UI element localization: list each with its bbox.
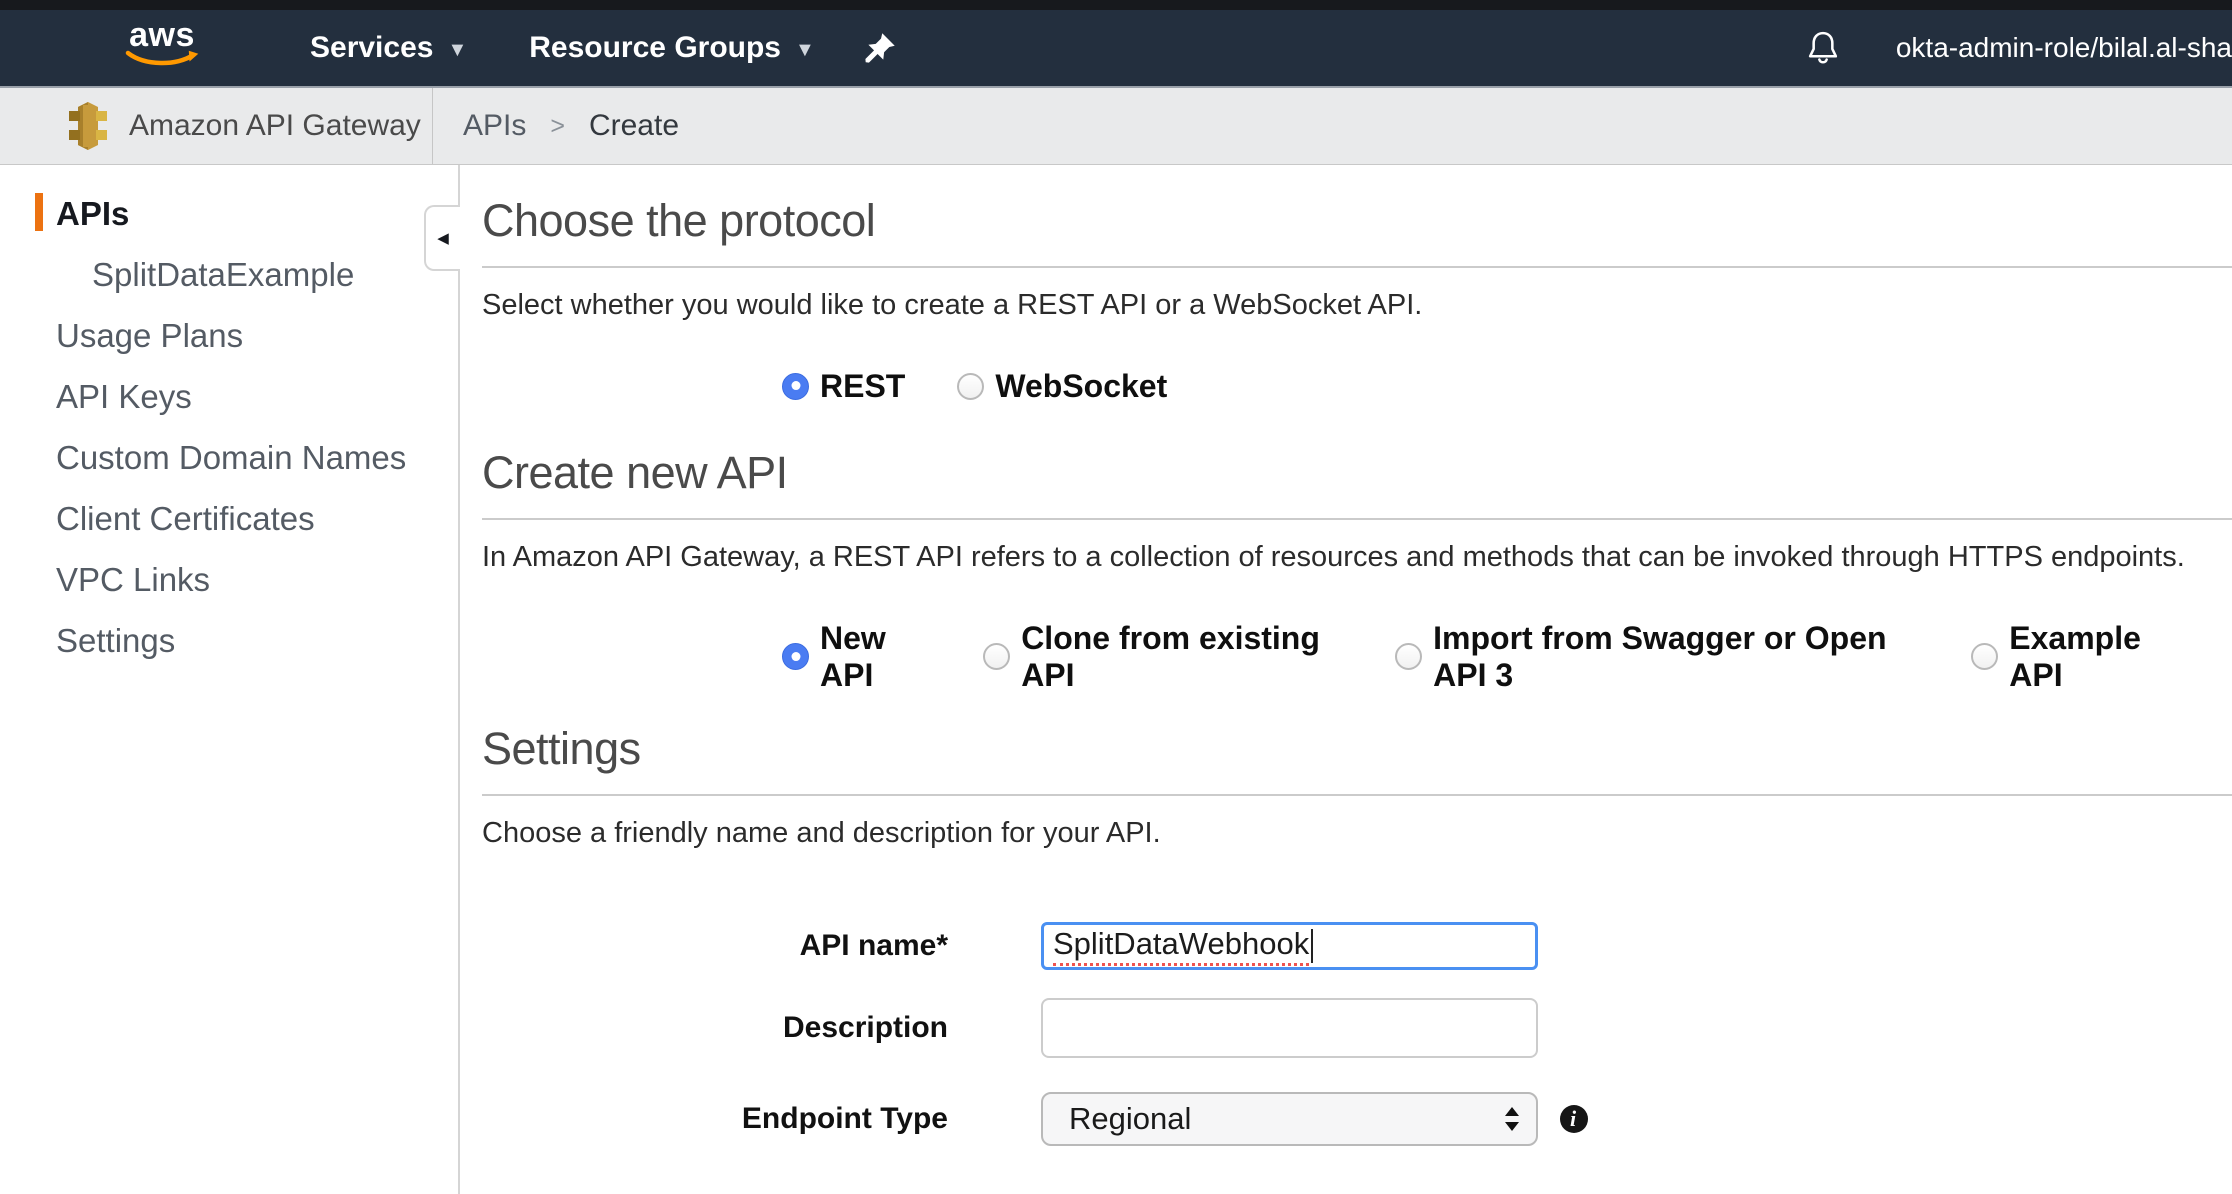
nav-services-menu[interactable]: Services ▼ bbox=[310, 31, 467, 65]
account-menu[interactable]: okta-admin-role/bilal.al-sha bbox=[1896, 32, 2232, 64]
main-content: Choose the protocol Select whether you w… bbox=[460, 165, 2232, 1194]
protocol-description: Select whether you would like to create … bbox=[482, 290, 2232, 322]
create-description: In Amazon API Gateway, a REST API refers… bbox=[482, 542, 2232, 574]
sidebar-item-vpc-links[interactable]: VPC Links bbox=[0, 561, 458, 622]
page-layout: APIs SplitDataExample Usage Plans API Ke… bbox=[0, 165, 2232, 1194]
chevron-down-icon: ▼ bbox=[447, 39, 467, 62]
sidebar-item-label: Usage Plans bbox=[56, 317, 243, 355]
protocol-radio-group: REST WebSocket bbox=[782, 368, 2232, 405]
sidebar-item-label: API Keys bbox=[56, 378, 192, 416]
sidebar-item-label: Client Certificates bbox=[56, 500, 315, 538]
breadcrumb-apis-link[interactable]: APIs bbox=[463, 109, 526, 143]
text-caret bbox=[1311, 929, 1313, 963]
radio-option-example-api[interactable]: Example API bbox=[1971, 620, 2180, 694]
nav-resource-groups-menu[interactable]: Resource Groups ▼ bbox=[529, 31, 815, 65]
sidebar-item-apis[interactable]: APIs bbox=[0, 195, 458, 256]
section-divider bbox=[482, 518, 2232, 520]
aws-logo[interactable]: aws bbox=[124, 20, 200, 76]
endpoint-type-row: Endpoint Type Regional i bbox=[482, 1092, 2232, 1146]
radio-selected-icon[interactable] bbox=[782, 373, 809, 400]
radio-label: Example API bbox=[2009, 620, 2180, 694]
settings-description: Choose a friendly name and description f… bbox=[482, 818, 2232, 850]
api-name-label: API name* bbox=[482, 929, 948, 963]
radio-option-clone[interactable]: Clone from existing API bbox=[983, 620, 1343, 694]
sidebar-item-label: Custom Domain Names bbox=[56, 439, 406, 477]
section-divider bbox=[482, 794, 2232, 796]
sidebar-item-settings[interactable]: Settings bbox=[0, 622, 458, 683]
active-indicator-bar bbox=[35, 193, 43, 231]
section-divider bbox=[482, 266, 2232, 268]
sidebar: APIs SplitDataExample Usage Plans API Ke… bbox=[0, 165, 460, 1194]
description-input[interactable] bbox=[1041, 998, 1538, 1058]
radio-unselected-icon[interactable] bbox=[1971, 643, 1998, 670]
radio-unselected-icon[interactable] bbox=[1395, 643, 1422, 670]
sidebar-item-custom-domain-names[interactable]: Custom Domain Names bbox=[0, 439, 458, 500]
settings-form: API name* SplitDataWebhook Description E… bbox=[482, 922, 2232, 1146]
service-name[interactable]: Amazon API Gateway bbox=[129, 109, 421, 143]
sidebar-item-label: SplitDataExample bbox=[92, 256, 354, 294]
api-name-row: API name* SplitDataWebhook bbox=[482, 922, 2232, 970]
api-name-value: SplitDataWebhook bbox=[1053, 926, 1309, 966]
top-navbar: aws Services ▼ Resource Groups ▼ okta-ad… bbox=[0, 10, 2232, 86]
radio-label: Clone from existing API bbox=[1021, 620, 1343, 694]
chevron-down-icon: ▼ bbox=[795, 39, 815, 62]
description-row: Description bbox=[482, 998, 2232, 1058]
sidebar-item-splitdataexample[interactable]: SplitDataExample bbox=[0, 256, 458, 317]
info-icon[interactable]: i bbox=[1560, 1105, 1588, 1133]
description-label: Description bbox=[482, 1011, 948, 1045]
nav-resource-groups-label: Resource Groups bbox=[529, 31, 781, 65]
section-title-settings: Settings bbox=[482, 726, 2232, 771]
radio-label: Import from Swagger or Open API 3 bbox=[1433, 620, 1919, 694]
radio-selected-icon[interactable] bbox=[782, 643, 809, 670]
create-type-radio-group: New API Clone from existing API Import f… bbox=[782, 620, 2232, 694]
aws-smile-icon bbox=[125, 50, 199, 70]
sidebar-item-client-certificates[interactable]: Client Certificates bbox=[0, 500, 458, 561]
radio-label: REST bbox=[820, 368, 905, 405]
api-gateway-icon bbox=[65, 101, 111, 151]
service-header-bar: Amazon API Gateway APIs > Create bbox=[0, 86, 2232, 165]
breadcrumb-current: Create bbox=[589, 109, 679, 143]
radio-label: New API bbox=[820, 620, 931, 694]
api-name-input[interactable]: SplitDataWebhook bbox=[1041, 922, 1538, 970]
header-divider bbox=[432, 88, 433, 164]
radio-unselected-icon[interactable] bbox=[983, 643, 1010, 670]
radio-label: WebSocket bbox=[995, 368, 1167, 405]
sidebar-item-label: Settings bbox=[56, 622, 175, 660]
sidebar-item-label: APIs bbox=[56, 195, 129, 233]
sidebar-item-usage-plans[interactable]: Usage Plans bbox=[0, 317, 458, 378]
section-title-create: Create new API bbox=[482, 450, 2232, 495]
select-stepper-icon bbox=[1505, 1107, 1519, 1131]
navbar-right-group: okta-admin-role/bilal.al-sha bbox=[1804, 28, 2232, 68]
endpoint-type-label: Endpoint Type bbox=[482, 1102, 948, 1136]
breadcrumb-separator: > bbox=[550, 112, 565, 141]
nav-services-label: Services bbox=[310, 31, 433, 65]
sidebar-item-label: VPC Links bbox=[56, 561, 210, 599]
pin-icon[interactable] bbox=[863, 30, 897, 66]
aws-logo-text: aws bbox=[129, 20, 195, 50]
radio-option-rest[interactable]: REST bbox=[782, 368, 905, 405]
window-top-strip bbox=[0, 0, 2232, 10]
notifications-bell-icon[interactable] bbox=[1804, 28, 1842, 68]
radio-unselected-icon[interactable] bbox=[957, 373, 984, 400]
sidebar-collapse-button[interactable]: ◀ bbox=[424, 205, 460, 271]
section-title-protocol: Choose the protocol bbox=[482, 198, 2232, 243]
breadcrumb: APIs > Create bbox=[463, 109, 679, 143]
sidebar-item-api-keys[interactable]: API Keys bbox=[0, 378, 458, 439]
endpoint-type-select[interactable]: Regional bbox=[1041, 1092, 1538, 1146]
collapse-left-icon: ◀ bbox=[437, 229, 449, 247]
endpoint-type-value: Regional bbox=[1069, 1101, 1191, 1137]
radio-option-new-api[interactable]: New API bbox=[782, 620, 931, 694]
radio-option-import-swagger[interactable]: Import from Swagger or Open API 3 bbox=[1395, 620, 1919, 694]
radio-option-websocket[interactable]: WebSocket bbox=[957, 368, 1167, 405]
